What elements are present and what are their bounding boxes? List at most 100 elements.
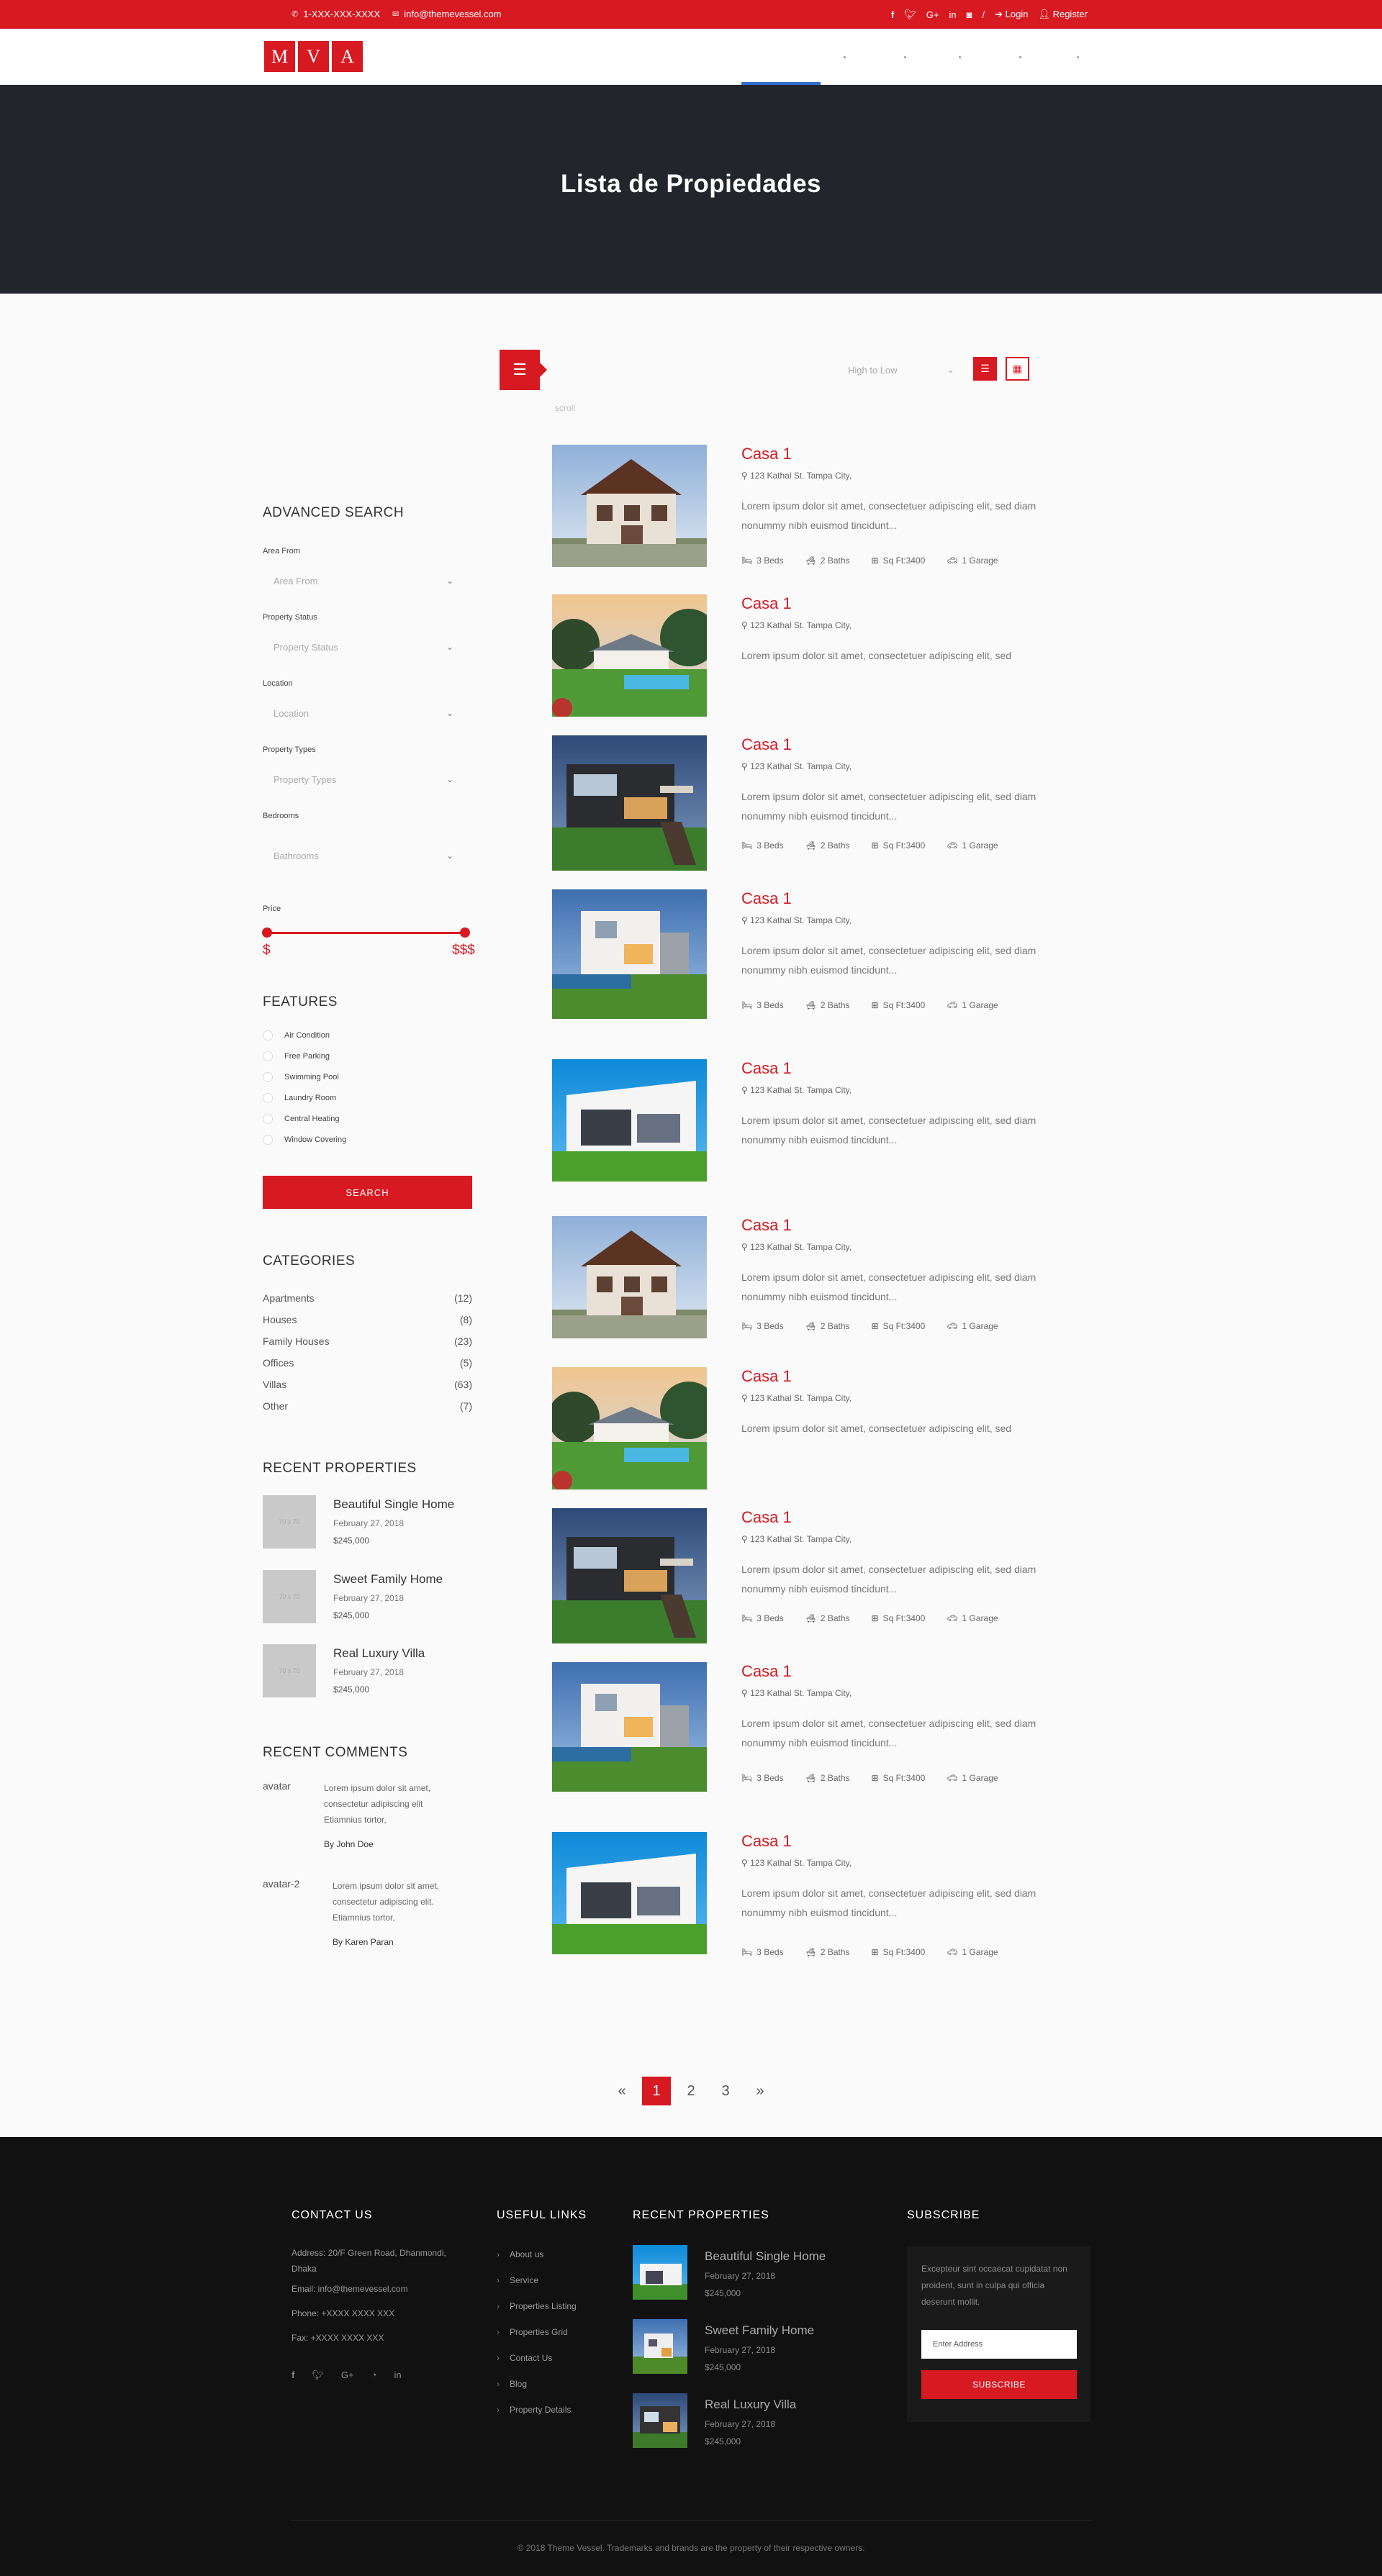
property-image[interactable] [552, 1059, 707, 1182]
checkbox[interactable] [263, 1135, 273, 1145]
property-image[interactable] [552, 1508, 707, 1643]
property-card[interactable]: Casa 1 ⚲ 123 Kathal St. Tampa City, Lorem … [552, 594, 1034, 717]
checkbox[interactable] [263, 1114, 273, 1124]
property-title[interactable]: Casa 1 [741, 1662, 792, 1681]
category-item[interactable]: Villas (63) [263, 1379, 472, 1390]
checkbox[interactable] [263, 1093, 273, 1103]
register-link[interactable]: 👤︎ Register [1038, 9, 1088, 20]
recent-property-title[interactable]: Real Luxury Villa [333, 1646, 425, 1661]
email-info[interactable]: ✉ info@themevessel.com [392, 9, 502, 19]
feature-checkbox[interactable]: Free Parking [263, 1051, 330, 1061]
feature-checkbox[interactable]: Air Condition [263, 1030, 330, 1040]
instagram-icon[interactable]: ◙ [967, 9, 972, 20]
category-item[interactable]: Houses (8) [263, 1314, 472, 1325]
checkbox[interactable] [263, 1072, 273, 1082]
page-button[interactable]: 2 [677, 2077, 705, 2105]
linkedin-icon[interactable]: in [394, 2369, 401, 2381]
property-title[interactable]: Casa 1 [741, 594, 792, 613]
sort-select[interactable]: High to Low ⌄ [844, 360, 959, 380]
nav-item[interactable] [844, 56, 846, 58]
property-image[interactable] [552, 889, 707, 1019]
area-from-select[interactable]: Area From ⌄ [263, 568, 464, 593]
footer-link[interactable]: Contact Us [497, 2353, 552, 2363]
rss-icon[interactable]: ◔ [371, 2369, 377, 2381]
price-slider-min-handle[interactable] [262, 928, 272, 938]
category-item[interactable]: Apartments (12) [263, 1292, 472, 1304]
feature-checkbox[interactable]: Swimming Pool [263, 1072, 339, 1082]
grid-view-button[interactable]: ▦ [1006, 357, 1029, 381]
recent-property-title[interactable]: Sweet Family Home [333, 1572, 443, 1587]
next-page-button[interactable]: » [746, 2077, 774, 2105]
property-card[interactable]: Casa 1 ⚲ 123 Kathal St. Tampa City, Lorem … [552, 1059, 1036, 1182]
footer-link[interactable]: Property Details [497, 2405, 571, 2415]
property-title[interactable]: Casa 1 [741, 1059, 792, 1078]
property-title[interactable]: Casa 1 [741, 1508, 792, 1527]
google-plus-icon[interactable]: G+ [926, 9, 939, 20]
footer-recent-property[interactable]: Real Luxury Villa February 27, 2018 $245… [633, 2393, 863, 2451]
price-slider-max-handle[interactable] [460, 928, 470, 938]
footer-link[interactable]: Service [497, 2275, 538, 2285]
property-card[interactable]: Casa 1 ⚲ 123 Kathal St. Tampa City, Lorem … [552, 1832, 1036, 1957]
property-image[interactable] [552, 594, 707, 717]
property-card[interactable]: Casa 1 ⚲ 123 Kathal St. Tampa City, Lorem … [552, 1216, 1036, 1338]
feature-checkbox[interactable]: Central Heating [263, 1114, 339, 1124]
logo[interactable]: M V A [264, 41, 363, 72]
recent-property[interactable]: 70 x 70 Real Luxury Villa February 27, 2… [263, 1644, 479, 1697]
property-card[interactable]: Casa 1 ⚲ 123 Kathal St. Tampa City, Lorem … [552, 445, 1036, 567]
footer-property-title[interactable]: Sweet Family Home [705, 2323, 814, 2338]
property-title[interactable]: Casa 1 [741, 1367, 792, 1386]
linkedin-icon[interactable]: in [949, 9, 957, 20]
login-link[interactable]: ➔ Login [995, 9, 1028, 20]
recent-property[interactable]: 70 x 70 Beautiful Single Home February 2… [263, 1495, 479, 1548]
property-image[interactable] [552, 1367, 707, 1489]
category-item[interactable]: Family Houses (23) [263, 1335, 472, 1347]
nav-item[interactable] [1019, 56, 1021, 58]
footer-link[interactable]: Properties Listing [497, 2301, 577, 2311]
property-image[interactable] [552, 445, 707, 567]
bathrooms-select[interactable]: Bathrooms ⌄ [263, 843, 464, 868]
subscribe-email-input[interactable]: Enter Address [921, 2330, 1077, 2359]
page-button[interactable]: 1 [642, 2077, 671, 2105]
nav-item[interactable] [959, 56, 961, 58]
property-image[interactable] [552, 1832, 707, 1954]
twitter-icon[interactable]: 🐦︎ [904, 9, 916, 20]
property-card[interactable]: Casa 1 ⚲ 123 Kathal St. Tampa City, Lorem … [552, 889, 1036, 1019]
page-button[interactable]: 3 [711, 2077, 740, 2105]
property-image[interactable] [552, 735, 707, 871]
subscribe-button[interactable]: SUBSCRIBE [921, 2370, 1077, 2399]
category-item[interactable]: Other (7) [263, 1400, 472, 1412]
feature-checkbox[interactable]: Window Covering [263, 1135, 346, 1145]
facebook-icon[interactable]: f [292, 2369, 294, 2381]
footer-recent-property[interactable]: Beautiful Single Home February 27, 2018 … [633, 2245, 863, 2303]
property-types-select[interactable]: Property Types ⌄ [263, 767, 464, 792]
property-title[interactable]: Casa 1 [741, 1832, 792, 1851]
footer-recent-property[interactable]: Sweet Family Home February 27, 2018 $245… [633, 2319, 863, 2377]
footer-link[interactable]: Properties Grid [497, 2327, 568, 2337]
property-card[interactable]: Casa 1 ⚲ 123 Kathal St. Tampa City, Lorem … [552, 1508, 1036, 1643]
footer-property-title[interactable]: Real Luxury Villa [705, 2398, 796, 2412]
property-image[interactable] [552, 1662, 707, 1792]
nav-item[interactable] [1077, 56, 1079, 58]
checkbox[interactable] [263, 1030, 273, 1040]
facebook-icon[interactable]: f [891, 9, 894, 20]
location-select[interactable]: Location ⌄ [263, 701, 464, 725]
property-card[interactable]: Casa 1 ⚲ 123 Kathal St. Tampa City, Lorem … [552, 735, 1036, 871]
footer-link[interactable]: About us [497, 2249, 543, 2259]
footer-property-title[interactable]: Beautiful Single Home [705, 2249, 826, 2264]
property-image[interactable] [552, 1216, 707, 1338]
twitter-icon[interactable]: 🐦︎ [312, 2369, 324, 2381]
phone-info[interactable]: ✆ 1-XXX-XXX-XXXX [292, 9, 380, 19]
prev-page-button[interactable]: « [608, 2077, 636, 2105]
property-title[interactable]: Casa 1 [741, 735, 792, 754]
property-status-select[interactable]: Property Status ⌄ [263, 635, 464, 659]
recent-property-title[interactable]: Beautiful Single Home [333, 1497, 454, 1512]
property-title[interactable]: Casa 1 [741, 445, 792, 463]
list-view-button[interactable]: ☰ [973, 357, 997, 381]
nav-item[interactable] [904, 56, 906, 58]
search-button[interactable]: SEARCH [263, 1176, 472, 1209]
property-card[interactable]: Casa 1 ⚲ 123 Kathal St. Tampa City, Lorem … [552, 1367, 1034, 1489]
property-title[interactable]: Casa 1 [741, 889, 792, 908]
recent-property[interactable]: 70 x 70 Sweet Family Home February 27, 2… [263, 1570, 479, 1623]
feature-checkbox[interactable]: Laundry Room [263, 1093, 336, 1103]
footer-link[interactable]: Blog [497, 2379, 527, 2389]
